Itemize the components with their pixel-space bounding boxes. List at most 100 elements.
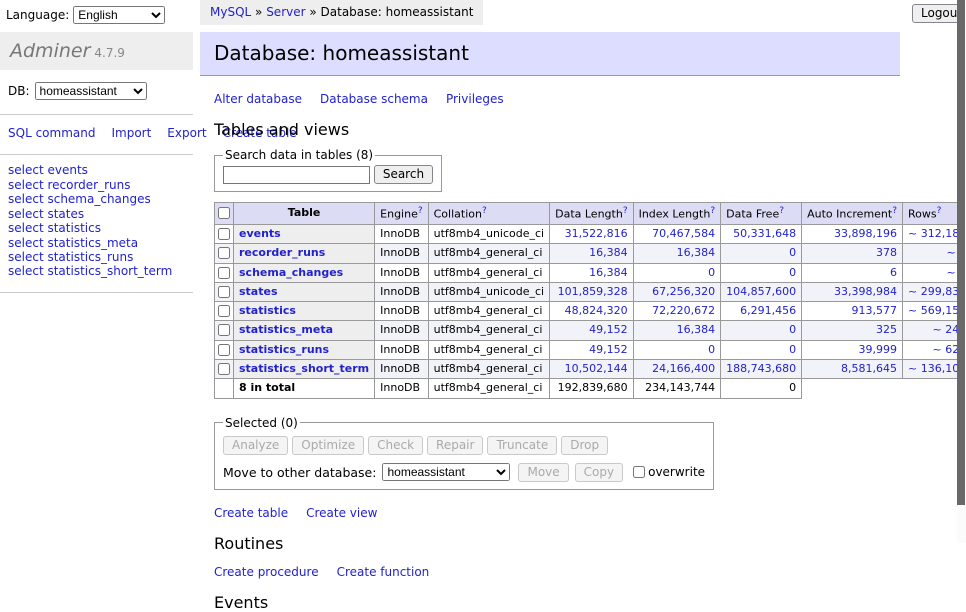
sidebar-select-statistics[interactable]: select statistics [8,222,185,235]
db-link-privileges[interactable]: Privileges [446,92,504,106]
total-row: 8 in totalInnoDButf8mb4_general_ci192,83… [215,379,966,398]
db-link-alter-database[interactable]: Alter database [214,92,302,106]
table-link-states[interactable]: states [239,285,278,298]
sidebar-select-states[interactable]: select states [8,208,185,221]
index-length-link[interactable]: 0 [708,343,715,356]
data-length-link[interactable]: 48,824,320 [565,304,628,317]
sidebar-select-schema-changes[interactable]: select schema_changes [8,193,185,206]
engine-cell: InnoDB [375,282,428,301]
content: MySQL » Server » Database: homeassistant… [200,0,900,612]
help-link-collation[interactable]: ? [482,206,487,216]
data-free-link[interactable]: 6,291,456 [740,304,796,317]
data-free-link[interactable]: 50,331,648 [733,227,796,240]
sidebar-select-statistics-short-term[interactable]: select statistics_short_term [8,265,185,278]
data-free-link[interactable]: 188,743,680 [726,362,796,375]
create-link-create-view[interactable]: Create view [306,506,377,520]
data-length-link[interactable]: 10,502,144 [565,362,628,375]
data-length-link[interactable]: 31,522,816 [565,227,628,240]
auto-increment-link[interactable]: 378 [876,246,897,259]
index-length-link[interactable]: 0 [708,266,715,279]
index-length-cell: 70,467,584 [633,224,721,243]
data-free-link[interactable]: 0 [789,246,796,259]
routine-link-create-procedure[interactable]: Create procedure [214,565,319,579]
help-link-index-length[interactable]: ? [710,206,715,216]
table-link-schema-changes[interactable]: schema_changes [239,266,343,279]
page-title: Database: homeassistant [200,32,900,76]
collation-cell: utf8mb4_general_ci [428,263,549,282]
help-link-data-length[interactable]: ? [623,206,628,216]
auto-increment-link[interactable]: 8,581,645 [841,362,897,375]
overwrite-label: overwrite [648,465,705,479]
sidebar-select-recorder-runs[interactable]: select recorder_runs [8,179,185,192]
search-button[interactable]: Search [374,165,433,184]
index-length-link[interactable]: 70,467,584 [652,227,715,240]
data-free-link[interactable]: 0 [789,266,796,279]
help-link-auto-increment[interactable]: ? [892,206,897,216]
row-checkbox-recorder-runs[interactable] [218,247,230,259]
row-checkbox-events[interactable] [218,228,230,240]
table-row: statistics_short_termInnoDButf8mb4_gener… [215,360,966,379]
help-link-rows[interactable]: ? [937,206,942,216]
move-db-select[interactable]: homeassistant [382,463,510,481]
auto-increment-link[interactable]: 325 [876,323,897,336]
data-length-cell: 16,384 [550,244,633,263]
data-free-link[interactable]: 0 [789,323,796,336]
sidebar-select-statistics-meta[interactable]: select statistics_meta [8,237,185,250]
select-all-checkbox[interactable] [218,207,230,219]
data-free-link[interactable]: 104,857,600 [726,285,796,298]
sidebar-select-events[interactable]: select events [8,164,185,177]
data-free-link[interactable]: 0 [789,343,796,356]
table-link-events[interactable]: events [239,227,281,240]
index-length-link[interactable]: 67,256,320 [652,285,715,298]
events-heading: Events [214,593,900,612]
routines-links: Create procedure Create function [214,565,900,579]
overwrite-checkbox[interactable] [633,466,645,478]
index-length-link[interactable]: 72,220,672 [652,304,715,317]
search-input[interactable] [223,166,370,184]
sidebar-action-import[interactable]: Import [111,126,151,140]
table-link-statistics-runs[interactable]: statistics_runs [239,343,329,356]
table-link-statistics-meta[interactable]: statistics_meta [239,323,333,336]
help-link-data-free[interactable]: ? [779,206,784,216]
auto-increment-link[interactable]: 913,577 [852,304,898,317]
index-length-link[interactable]: 16,384 [677,246,716,259]
db-link-database-schema[interactable]: Database schema [320,92,428,106]
data-length-link[interactable]: 49,152 [589,323,628,336]
scrollbar-thumb[interactable] [957,0,965,505]
auto-increment-link[interactable]: 39,999 [859,343,898,356]
data-length-link[interactable]: 101,859,328 [558,285,628,298]
help-sup: ? [482,205,487,216]
collation-cell: utf8mb4_general_ci [428,302,549,321]
auto-increment-link[interactable]: 33,398,984 [834,285,897,298]
selected-legend: Selected (0) [223,416,300,430]
row-checkbox-statistics-meta[interactable] [218,324,230,336]
auto-increment-link[interactable]: 33,898,196 [834,227,897,240]
select-all-cell [215,203,234,225]
row-checkbox-statistics[interactable] [218,305,230,317]
index-length-link[interactable]: 16,384 [677,323,716,336]
data-length-link[interactable]: 16,384 [589,266,628,279]
auto-increment-link[interactable]: 6 [890,266,897,279]
table-link-statistics[interactable]: statistics [239,304,296,317]
data-length-link[interactable]: 16,384 [589,246,628,259]
sidebar-select-statistics-runs[interactable]: select statistics_runs [8,251,185,264]
create-link-create-table[interactable]: Create table [214,506,288,520]
table-link-recorder-runs[interactable]: recorder_runs [239,246,325,259]
language-select[interactable]: English [73,6,165,24]
row-checkbox-statistics-runs[interactable] [218,344,230,356]
index-length-link[interactable]: 24,166,400 [652,362,715,375]
row-checkbox-schema-changes[interactable] [218,267,230,279]
row-checkbox-states[interactable] [218,286,230,298]
data-length-cell: 49,152 [550,340,633,359]
breadcrumb-mysql[interactable]: MySQL [210,5,251,19]
routine-link-create-function[interactable]: Create function [337,565,430,579]
breadcrumb-server[interactable]: Server [266,5,305,19]
db-select[interactable]: homeassistant [35,82,147,100]
sidebar-action-sql-command[interactable]: SQL command [8,126,95,140]
row-checkbox-statistics-short-term[interactable] [218,363,230,375]
table-link-statistics-short-term[interactable]: statistics_short_term [239,362,369,375]
help-link-engine[interactable]: ? [418,206,423,216]
column-header-auto-increment: Auto Increment? [802,203,903,225]
auto-increment-cell: 33,398,984 [802,282,903,301]
data-length-link[interactable]: 49,152 [589,343,628,356]
